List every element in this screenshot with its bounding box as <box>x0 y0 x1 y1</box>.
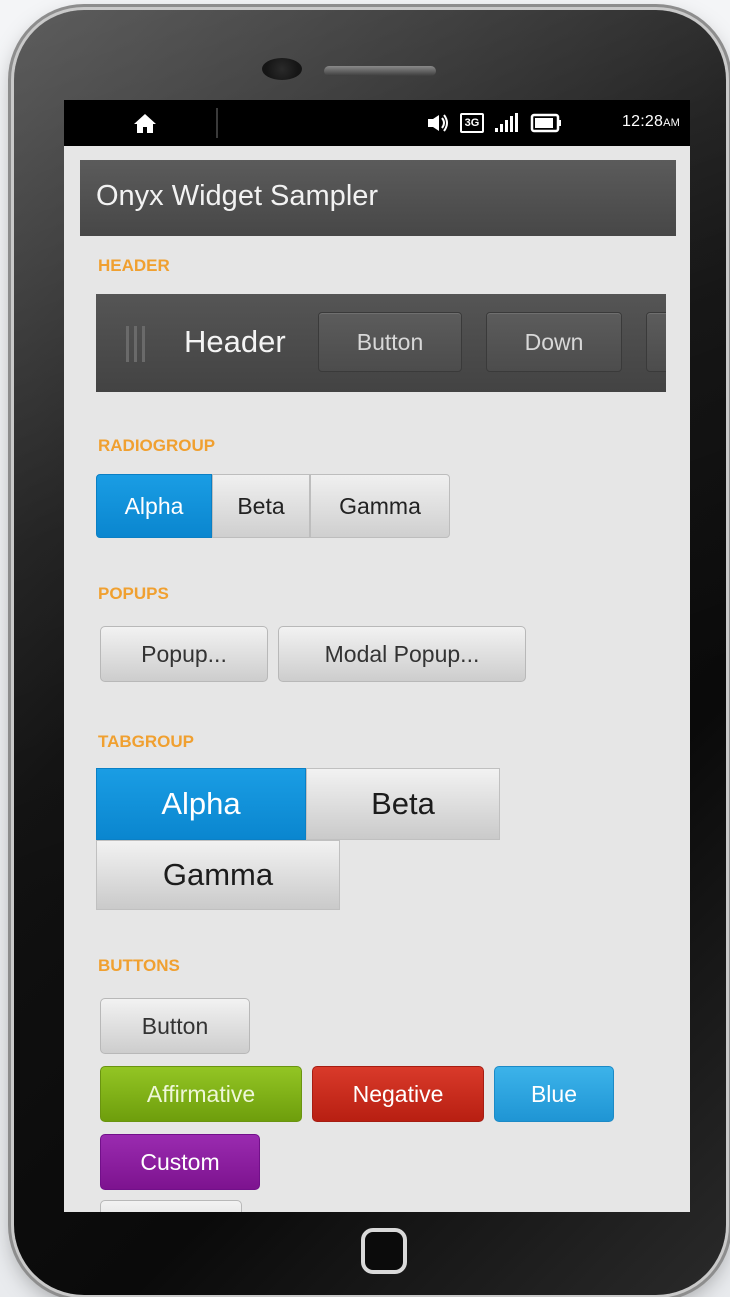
partially-visible-button[interactable] <box>100 1200 242 1212</box>
toolbar-button[interactable]: Button <box>318 312 462 372</box>
home-icon[interactable] <box>132 112 158 134</box>
blue-button[interactable]: Blue <box>494 1066 614 1122</box>
toolbar-title: Header <box>184 324 286 359</box>
section-label-header: HEADER <box>98 256 170 275</box>
toolbar-down-button[interactable]: Down <box>486 312 622 372</box>
status-divider <box>216 108 218 138</box>
blue-button-label: Blue <box>530 1080 578 1107</box>
toolbar-overflow-button[interactable] <box>646 312 666 372</box>
app-title: Onyx Widget Sampler <box>96 180 379 212</box>
radio-option-alpha[interactable]: Alpha <box>96 474 212 538</box>
speaker-icon <box>428 114 448 132</box>
3g-icon: 3G <box>460 113 484 133</box>
clock-time: 12:28 <box>622 113 664 130</box>
tab-gamma[interactable]: Gamma <box>96 840 340 910</box>
home-key-button[interactable] <box>361 1228 407 1274</box>
radio-option-gamma[interactable]: Gamma <box>310 474 450 538</box>
network-type-label: 3G <box>464 117 480 129</box>
tab-alpha[interactable]: Alpha <box>96 768 306 840</box>
section-label-popups: POPUPS <box>98 584 169 603</box>
onyx-header-toolbar: Header Button Down <box>96 294 666 392</box>
clock-ampm: AM <box>663 117 680 129</box>
grabber-icon[interactable] <box>126 326 148 362</box>
clock: 12:28AM <box>622 113 680 131</box>
popup-button[interactable]: Popup... <box>100 626 268 682</box>
battery-icon <box>530 113 561 133</box>
device-screen: 3G 12:28AM Onyx Widget Sampler HEADER He… <box>64 100 690 1212</box>
signal-icon <box>495 113 518 132</box>
custom-button[interactable]: Custom <box>100 1134 260 1190</box>
section-label-radiogroup: RADIOGROUP <box>98 436 216 455</box>
tab-beta[interactable]: Beta <box>306 768 500 840</box>
modal-popup-button[interactable]: Modal Popup... <box>278 626 526 682</box>
front-camera <box>262 58 302 80</box>
plain-button[interactable]: Button <box>100 998 250 1054</box>
section-label-buttons: BUTTONS <box>98 956 180 975</box>
earpiece-speaker <box>324 66 436 76</box>
negative-button[interactable]: Negative <box>312 1066 484 1122</box>
section-label-tabgroup: TABGROUP <box>98 732 195 751</box>
app-title-bar: Onyx Widget Sampler <box>80 160 676 236</box>
system-icons: 3G <box>426 112 562 134</box>
radio-option-beta[interactable]: Beta <box>212 474 310 538</box>
affirmative-button[interactable]: Affirmative <box>100 1066 302 1122</box>
radio-group: Alpha Beta Gamma <box>96 474 450 538</box>
status-bar: 3G 12:28AM <box>64 100 690 146</box>
